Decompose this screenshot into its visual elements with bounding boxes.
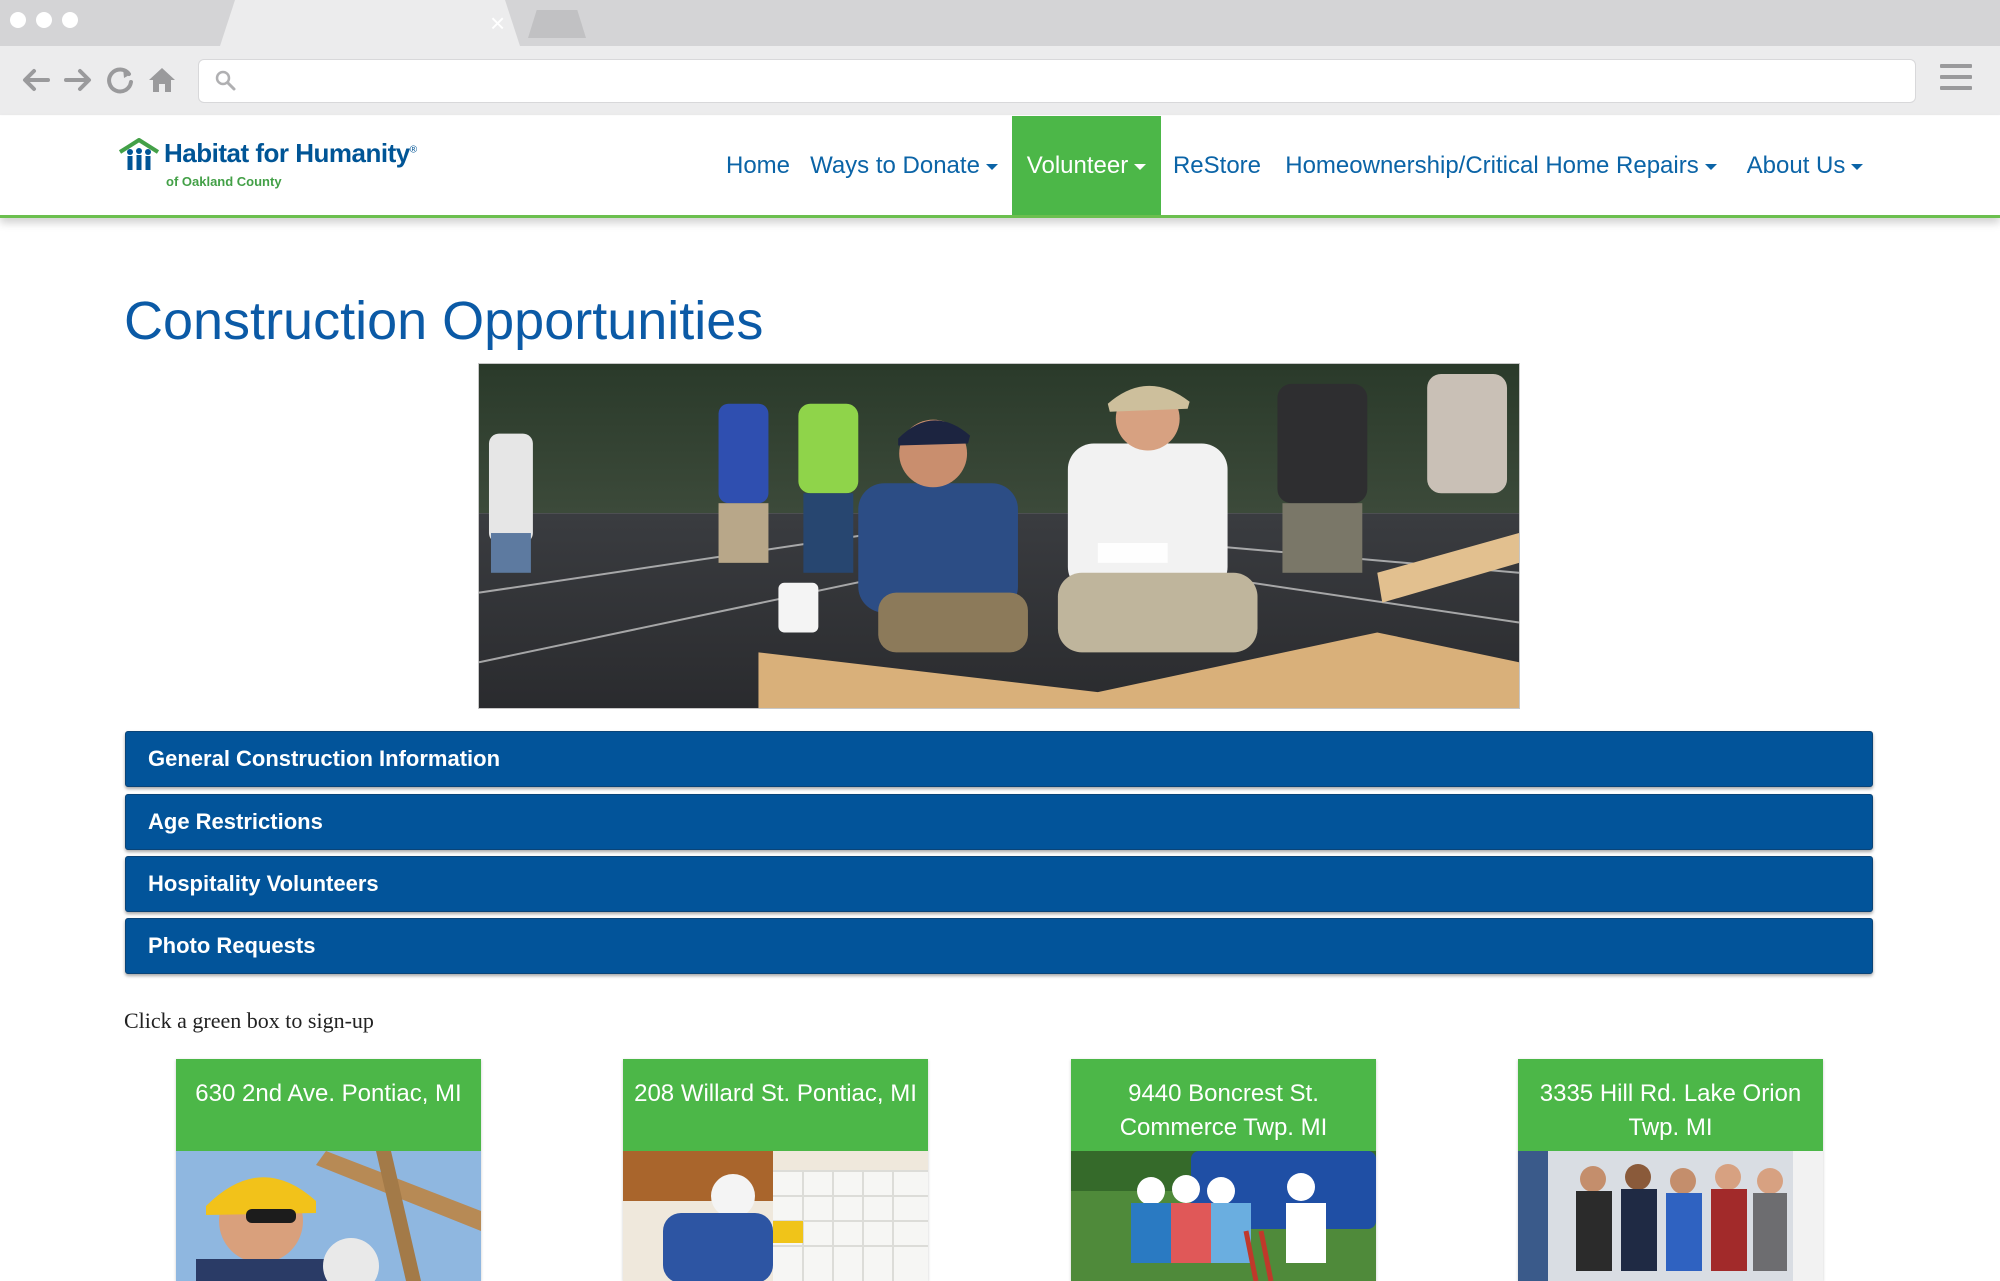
card-address[interactable]: 3335 Hill Rd. Lake Orion Twp. MI <box>1518 1059 1823 1151</box>
site-header: Habitat for Humanity® of Oakland County … <box>0 116 2000 218</box>
new-tab-button[interactable] <box>528 10 586 38</box>
minimize-window-button[interactable] <box>36 12 52 28</box>
signup-card[interactable]: 9440 Boncrest St. Commerce Twp. MI <box>1071 1059 1376 1281</box>
accordion-label: Age Restrictions <box>148 809 323 834</box>
menu-icon[interactable] <box>1940 64 1972 94</box>
nav-homeownership[interactable]: Homeownership/Critical Home Repairs <box>1278 116 1724 215</box>
signup-card[interactable]: 630 2nd Ave. Pontiac, MI <box>176 1059 481 1281</box>
signup-hint: Click a green box to sign-up <box>124 1008 374 1033</box>
card-photo <box>1071 1151 1376 1281</box>
habitat-house-icon <box>118 138 160 170</box>
accordion-photo-requests[interactable]: Photo Requests <box>125 918 1873 974</box>
browser-chrome: × <box>0 0 2000 115</box>
card-address[interactable]: 630 2nd Ave. Pontiac, MI <box>176 1059 481 1151</box>
card-photo <box>176 1151 481 1281</box>
reload-icon[interactable] <box>102 62 138 98</box>
forward-icon[interactable] <box>60 62 96 98</box>
accordion-hospitality-volunteers[interactable]: Hospitality Volunteers <box>125 856 1873 912</box>
chevron-down-icon <box>1704 163 1717 170</box>
card-address[interactable]: 208 Willard St. Pontiac, MI <box>623 1059 928 1151</box>
card-photo <box>1518 1151 1823 1281</box>
browser-tab-active[interactable] <box>220 0 520 46</box>
site-logo[interactable]: Habitat for Humanity® of Oakland County <box>118 138 438 196</box>
nav-restore[interactable]: ReStore <box>1166 116 1268 215</box>
accordion-age-restrictions[interactable]: Age Restrictions <box>125 794 1873 850</box>
back-icon[interactable] <box>18 62 54 98</box>
chevron-down-icon <box>985 163 998 170</box>
address-bar[interactable] <box>198 59 1916 103</box>
logo-name: Habitat for Humanity® <box>164 138 417 168</box>
window-controls <box>10 12 78 28</box>
home-icon[interactable] <box>144 62 180 98</box>
close-window-button[interactable] <box>10 12 26 28</box>
signup-card[interactable]: 3335 Hill Rd. Lake Orion Twp. MI <box>1518 1059 1823 1281</box>
accordion-label: Hospitality Volunteers <box>148 871 379 896</box>
search-icon <box>215 70 236 91</box>
accordion-label: Photo Requests <box>148 933 316 958</box>
nav-volunteer[interactable]: Volunteer <box>1012 116 1161 215</box>
chevron-down-icon <box>1134 163 1147 170</box>
tab-close-icon[interactable]: × <box>490 8 505 38</box>
card-address[interactable]: 9440 Boncrest St. Commerce Twp. MI <box>1071 1059 1376 1151</box>
hero-construction-photo <box>478 363 1520 709</box>
nav-about-us[interactable]: About Us <box>1740 116 1870 215</box>
card-photo <box>623 1151 928 1281</box>
logo-subtitle: of Oakland County <box>166 174 282 189</box>
chevron-down-icon <box>1851 163 1864 170</box>
page-title: Construction Opportunities <box>124 291 764 351</box>
accordion-general-construction-information[interactable]: General Construction Information <box>125 731 1873 787</box>
accordion-label: General Construction Information <box>148 746 501 771</box>
nav-home[interactable]: Home <box>706 116 810 215</box>
nav-ways-to-donate[interactable]: Ways to Donate <box>804 116 1004 215</box>
maximize-window-button[interactable] <box>62 12 78 28</box>
signup-card[interactable]: 208 Willard St. Pontiac, MI <box>623 1059 928 1281</box>
